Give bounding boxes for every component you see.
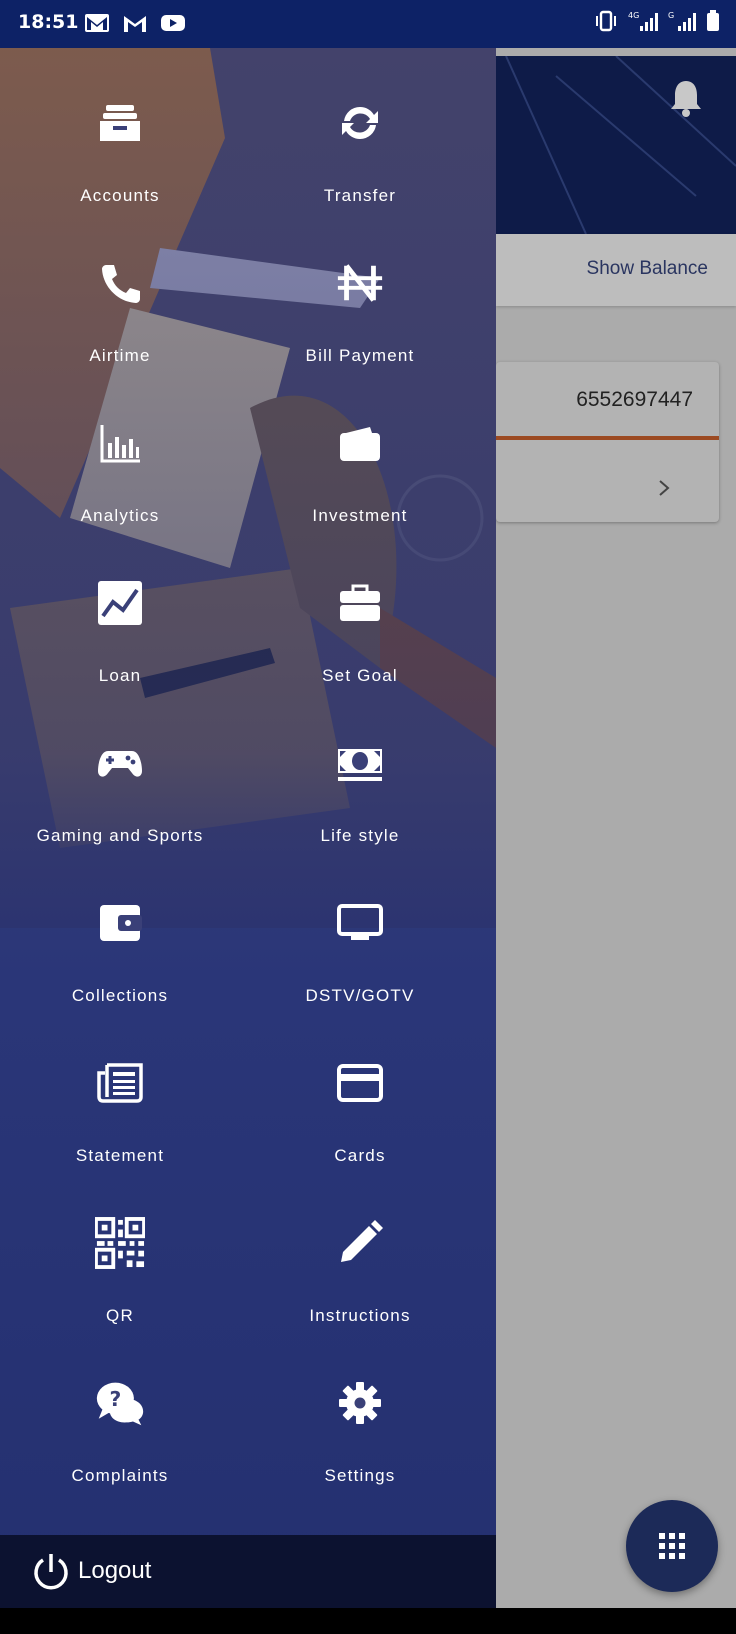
- gear-icon: [335, 1378, 385, 1428]
- navigation-drawer: Accounts Transfer Airtime Bill Payment A…: [0, 48, 496, 1608]
- logout-button[interactable]: Logout: [0, 1535, 496, 1608]
- briefcase-icon: [335, 578, 385, 628]
- balance-bar: Show Balance: [496, 234, 736, 306]
- menu-label: DSTV/GOTV: [305, 986, 415, 1005]
- menu-item-bill-payment[interactable]: Bill Payment: [240, 256, 480, 416]
- sync-icon: [335, 98, 385, 148]
- notification-bell-icon[interactable]: [668, 78, 704, 123]
- wallet-icon: [335, 418, 385, 468]
- menu-label: Life style: [320, 826, 400, 845]
- menu-label: Gaming and Sports: [36, 826, 204, 845]
- svg-text:?: ?: [109, 1387, 121, 1411]
- youtube-icon: [160, 12, 186, 34]
- inbox-tray-icon: [95, 98, 145, 148]
- grid-icon: [659, 1533, 685, 1559]
- money-bill-icon: [335, 738, 385, 788]
- logout-label: Logout: [78, 1557, 152, 1584]
- menu-label: Instructions: [309, 1306, 411, 1325]
- menu-item-dstv-gotv[interactable]: DSTV/GOTV: [240, 896, 480, 1056]
- bar-chart-icon: [95, 418, 145, 468]
- menu-item-collections[interactable]: Collections: [0, 896, 240, 1056]
- menu-label: Transfer: [323, 186, 397, 205]
- status-bar: 18:51 4G G: [0, 0, 736, 48]
- menu-label: Investment: [312, 506, 408, 525]
- menu-item-accounts[interactable]: Accounts: [0, 96, 240, 256]
- menu-item-loan[interactable]: Loan: [0, 576, 240, 736]
- menu-label: Analytics: [80, 506, 160, 525]
- line-chart-icon: [95, 578, 145, 628]
- account-number: 6552697447: [576, 388, 693, 411]
- menu-item-transfer[interactable]: Transfer: [240, 96, 480, 256]
- chevron-right-icon[interactable]: [657, 478, 671, 503]
- drawer-menu-grid: Accounts Transfer Airtime Bill Payment A…: [0, 96, 496, 1536]
- menu-label: Complaints: [71, 1466, 169, 1485]
- power-icon: [30, 1551, 72, 1598]
- menu-item-cards[interactable]: Cards: [240, 1056, 480, 1216]
- vibrate-icon: [594, 10, 618, 32]
- menu-item-complaints[interactable]: ? Complaints: [0, 1376, 240, 1536]
- menu-label: Settings: [324, 1466, 396, 1485]
- card-divider: [496, 436, 719, 440]
- show-balance-button[interactable]: Show Balance: [587, 258, 708, 280]
- menu-label: Airtime: [89, 346, 151, 365]
- account-card[interactable]: 6552697447: [496, 362, 719, 522]
- tv-icon: [335, 898, 385, 948]
- gamepad-icon: [95, 738, 145, 788]
- menu-label: Accounts: [80, 186, 160, 205]
- status-time: 18:51: [18, 11, 79, 33]
- menu-item-life-style[interactable]: Life style: [240, 736, 480, 896]
- menu-item-qr[interactable]: QR: [0, 1216, 240, 1376]
- phone-icon: [95, 258, 145, 308]
- svg-text:4G: 4G: [628, 11, 639, 20]
- menu-item-investment[interactable]: Investment: [240, 416, 480, 576]
- wallet-card-icon: [95, 898, 145, 948]
- signal-4g-icon: 4G: [628, 10, 658, 32]
- newspaper-icon: [95, 1058, 145, 1108]
- menu-label: QR: [106, 1306, 134, 1325]
- menu-item-airtime[interactable]: Airtime: [0, 256, 240, 416]
- pencil-icon: [335, 1218, 385, 1268]
- naira-icon: [335, 258, 385, 308]
- question-chat-icon: ?: [95, 1378, 145, 1428]
- svg-text:G: G: [668, 11, 674, 20]
- home-header: [496, 56, 736, 234]
- signal-g-icon: G: [668, 10, 696, 32]
- credit-card-icon: [335, 1058, 385, 1108]
- menu-label: Bill Payment: [305, 346, 415, 365]
- qr-code-icon: [95, 1217, 145, 1269]
- quick-menu-fab[interactable]: [626, 1500, 718, 1592]
- battery-icon: [706, 10, 720, 32]
- menu-item-instructions[interactable]: Instructions: [240, 1216, 480, 1376]
- menu-item-analytics[interactable]: Analytics: [0, 416, 240, 576]
- menu-label: Collections: [71, 986, 169, 1005]
- menu-item-set-goal[interactable]: Set Goal: [240, 576, 480, 736]
- menu-item-statement[interactable]: Statement: [0, 1056, 240, 1216]
- gmail-outline-icon: [122, 12, 148, 34]
- menu-label: Set Goal: [322, 666, 398, 685]
- menu-label: Statement: [75, 1146, 165, 1165]
- menu-label: Loan: [98, 666, 142, 685]
- menu-item-gaming-and-sports[interactable]: Gaming and Sports: [0, 736, 240, 896]
- menu-label: Cards: [334, 1146, 386, 1165]
- system-navigation-bar: [0, 1608, 736, 1634]
- gmail-icon: [84, 12, 110, 34]
- menu-item-settings[interactable]: Settings: [240, 1376, 480, 1536]
